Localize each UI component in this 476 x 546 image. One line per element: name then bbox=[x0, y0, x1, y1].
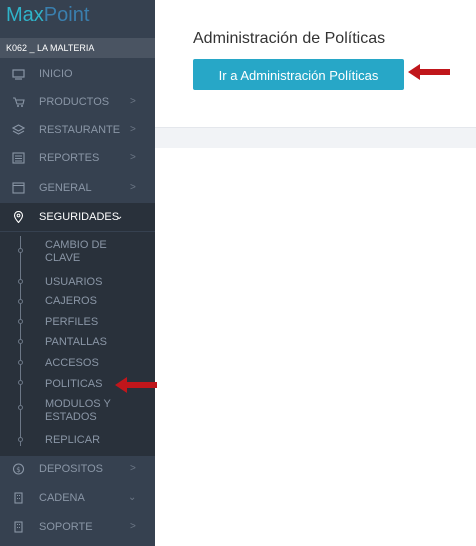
sidebar-item-restaurante[interactable]: RESTAURANTE > bbox=[0, 116, 155, 144]
seguridades-submenu: CAMBIO DE CLAVE USUARIOS CAJEROS PERFILE… bbox=[0, 232, 155, 456]
submenu-item-perfiles[interactable]: PERFILES bbox=[45, 316, 135, 329]
building-icon bbox=[14, 521, 23, 533]
submenu-item-accesos[interactable]: ACCESOS bbox=[45, 357, 135, 370]
chevron-right-icon: > bbox=[130, 463, 136, 474]
tree-node-dot bbox=[18, 360, 23, 365]
chevron-right-icon: > bbox=[130, 182, 136, 193]
submenu-item-cajeros[interactable]: CAJEROS bbox=[45, 295, 135, 308]
brand-part-max: Max bbox=[6, 4, 44, 26]
sidebar-item-label: GENERAL bbox=[39, 182, 92, 194]
sidebar-item-label: RESTAURANTE bbox=[39, 124, 121, 136]
sidebar-item-label: SOPORTE bbox=[39, 521, 93, 533]
sidebar-item-seguridades[interactable]: SEGURIDADES ⌄ bbox=[0, 203, 155, 231]
sidebar-item-inicio[interactable]: INICIO bbox=[0, 60, 155, 88]
page-title: Administración de Políticas bbox=[193, 30, 386, 47]
brand-logo[interactable]: MaxPoint bbox=[6, 4, 89, 26]
sidebar: MaxPoint K062 _ LA MALTERIA INICIO PRODU… bbox=[0, 0, 155, 546]
go-to-policies-admin-button[interactable]: Ir a Administración Políticas bbox=[193, 59, 404, 90]
submenu-item-pantallas[interactable]: PANTALLAS bbox=[45, 336, 135, 349]
tree-node-dot bbox=[18, 319, 23, 324]
submenu-item-usuarios[interactable]: USUARIOS bbox=[45, 276, 135, 289]
cart-icon bbox=[13, 97, 25, 107]
tree-node-dot bbox=[18, 248, 23, 253]
sidebar-item-depositos[interactable]: $ DEPOSITOS > bbox=[0, 455, 155, 483]
sidebar-item-productos[interactable]: PRODUCTOS > bbox=[0, 88, 155, 116]
window-icon bbox=[12, 182, 25, 194]
chevron-right-icon: > bbox=[130, 152, 136, 163]
sidebar-item-soporte[interactable]: SOPORTE > bbox=[0, 513, 155, 541]
chevron-right-icon: > bbox=[130, 124, 136, 135]
store-label: K062 _ LA MALTERIA bbox=[0, 38, 155, 58]
layers-icon bbox=[12, 124, 25, 135]
sidebar-item-cadena[interactable]: CADENA ⌄ bbox=[0, 484, 155, 512]
chevron-down-icon: ⌄ bbox=[115, 211, 124, 222]
chevron-right-icon: > bbox=[130, 96, 136, 107]
svg-text:$: $ bbox=[16, 466, 20, 474]
building-icon bbox=[14, 492, 23, 504]
submenu-item-cambio-de-clave[interactable]: CAMBIO DE CLAVE bbox=[45, 239, 135, 265]
coin-icon: $ bbox=[12, 463, 25, 475]
monitor-icon bbox=[12, 69, 25, 80]
tree-node-dot bbox=[18, 405, 23, 410]
annotation-arrow-icon bbox=[115, 377, 157, 393]
annotation-arrow-icon bbox=[408, 64, 450, 80]
chevron-down-icon: ⌄ bbox=[128, 492, 137, 503]
header-divider bbox=[155, 127, 476, 148]
brand-part-point: Point bbox=[43, 4, 90, 26]
sidebar-item-label: PRODUCTOS bbox=[39, 96, 110, 108]
tree-node-dot bbox=[18, 279, 23, 284]
location-pin-icon bbox=[13, 211, 24, 223]
sidebar-item-label: INICIO bbox=[39, 68, 73, 80]
sidebar-item-reportes[interactable]: REPORTES > bbox=[0, 144, 155, 172]
tree-node-dot bbox=[18, 339, 23, 344]
tree-node-dot bbox=[18, 437, 23, 442]
sidebar-item-label: CADENA bbox=[39, 492, 85, 504]
submenu-item-modulos-y-estados[interactable]: MODULOS Y ESTADOS bbox=[45, 398, 135, 424]
sidebar-item-label: DEPOSITOS bbox=[39, 463, 103, 475]
tree-node-dot bbox=[18, 299, 23, 304]
sidebar-item-label: REPORTES bbox=[39, 152, 100, 164]
submenu-item-replicar[interactable]: REPLICAR bbox=[45, 434, 135, 447]
sidebar-item-general[interactable]: GENERAL > bbox=[0, 174, 155, 202]
sidebar-item-label: SEGURIDADES bbox=[39, 211, 120, 223]
tree-node-dot bbox=[18, 380, 23, 385]
chevron-right-icon: > bbox=[130, 521, 136, 532]
report-icon bbox=[12, 152, 25, 164]
